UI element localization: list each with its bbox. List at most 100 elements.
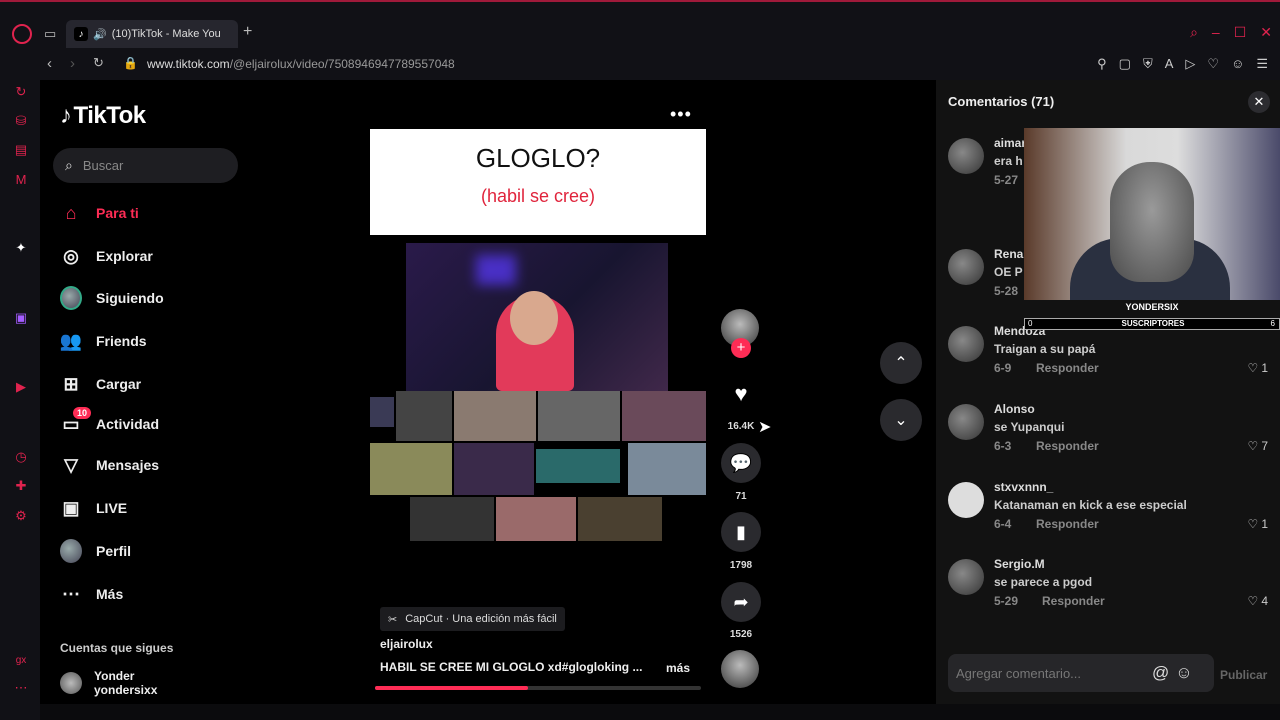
- account-icon[interactable]: ☺: [1231, 56, 1244, 72]
- avatar[interactable]: [948, 138, 984, 174]
- video-username[interactable]: eljairolux: [380, 637, 433, 651]
- follow-plus-icon[interactable]: +: [731, 338, 751, 358]
- sidebar-item-perfil[interactable]: Perfil: [60, 539, 131, 563]
- sidebar-item-para-ti[interactable]: ⌂ Para ti: [60, 202, 139, 224]
- speaker-icon[interactable]: 🔊: [93, 28, 107, 41]
- heart-outline-icon: ♡: [1247, 517, 1259, 531]
- avatar[interactable]: [948, 326, 984, 362]
- sidebar-item-friends[interactable]: 👥 Friends: [60, 330, 147, 352]
- comment-like[interactable]: ♡ 1: [1248, 361, 1268, 375]
- avatar[interactable]: [948, 482, 984, 518]
- chevron-up-icon: ⌃: [894, 355, 908, 372]
- reload-icon[interactable]: ↻: [93, 55, 104, 71]
- new-tab-icon[interactable]: +: [243, 23, 252, 41]
- sidebar-item-explorar[interactable]: ◎ Explorar: [60, 245, 153, 267]
- play-icon[interactable]: ▷: [1185, 56, 1195, 72]
- sidebar-item-mas[interactable]: ⋯ Más: [60, 583, 123, 605]
- sidebar-gx-icon[interactable]: gx: [13, 655, 29, 671]
- share-button[interactable]: ➦: [721, 582, 761, 622]
- following-title: Cuentas que sigues: [60, 641, 174, 655]
- search-box[interactable]: ⌕: [53, 148, 238, 183]
- snapshot-icon[interactable]: ▢: [1119, 56, 1131, 72]
- forward-icon[interactable]: ›: [70, 55, 75, 72]
- tab-island-icon[interactable]: ▭: [44, 26, 62, 42]
- sidebar-settings-icon[interactable]: ⚙: [13, 508, 29, 524]
- comment-like[interactable]: ♡ 7: [1248, 439, 1268, 453]
- sidebar-item-siguiendo[interactable]: Siguiendo: [60, 286, 164, 310]
- previous-video-button[interactable]: ⌃: [880, 342, 922, 384]
- live-icon: ▣: [62, 497, 80, 518]
- sidebar-mail-icon[interactable]: M: [13, 172, 29, 188]
- lock-icon[interactable]: 🔒: [123, 56, 138, 70]
- pin-icon[interactable]: ⚲: [1097, 56, 1107, 72]
- sidebar-item-actividad[interactable]: ▭ 10 Actividad: [60, 407, 159, 435]
- address-bar[interactable]: www.tiktok.com/@eljairolux/video/7508946…: [147, 57, 455, 71]
- comments-title: Comentarios (71): [948, 94, 1055, 109]
- tiktok-page: ♪TikTok ⌕ ⌂Para ti ◎Explorar Siguiendo 👥…: [40, 80, 936, 704]
- browser-top-bar: ▭ ♪ 🔊 (10)TikTok - Make You + ⌕ – ☐ ✕ ‹ …: [0, 0, 1280, 80]
- avatar[interactable]: [948, 249, 984, 285]
- like-button[interactable]: ♥: [721, 374, 761, 414]
- emoji-icon[interactable]: ☺: [1175, 663, 1192, 683]
- video-progress-bar[interactable]: [375, 686, 701, 690]
- sidebar-refresh-icon[interactable]: ↻: [13, 84, 29, 100]
- opera-logo-icon[interactable]: [12, 24, 32, 44]
- search-input[interactable]: [82, 158, 213, 173]
- comment-input[interactable]: [956, 665, 1146, 681]
- comment-count: 71: [735, 491, 747, 502]
- sidebar-aria-icon[interactable]: ✦: [13, 240, 29, 256]
- translate-icon[interactable]: A: [1165, 56, 1174, 72]
- maximize-icon[interactable]: ☐: [1234, 24, 1247, 41]
- sidebar-history-icon[interactable]: ◷: [13, 449, 29, 465]
- comment-button[interactable]: 💬: [721, 443, 761, 483]
- following-account[interactable]: Yonder yondersixx: [60, 669, 157, 697]
- mention-icon[interactable]: @: [1152, 663, 1169, 683]
- sidebar-item-mensajes[interactable]: ▽ Mensajes: [60, 454, 159, 476]
- sidebar-item-live[interactable]: ▣ LIVE: [60, 497, 127, 519]
- subscriber-goal-bar: 0 SUSCRIPTORES 6: [1024, 318, 1280, 330]
- sidebar-bag-icon[interactable]: ⛁: [13, 113, 29, 129]
- reply-button[interactable]: Responder: [1036, 517, 1099, 531]
- bookmark-icon: ▮: [736, 521, 746, 542]
- sidebar-twitch-icon[interactable]: ▣: [13, 310, 29, 326]
- sidebar-wallet-icon[interactable]: ▤: [13, 142, 29, 158]
- search-tabs-icon[interactable]: ⌕: [1190, 24, 1198, 41]
- progress-fill: [375, 686, 529, 690]
- video-more-icon[interactable]: •••: [670, 104, 692, 125]
- reply-button[interactable]: Responder: [1036, 361, 1099, 375]
- comment-like[interactable]: ♡ 4: [1248, 594, 1268, 608]
- avatar[interactable]: [948, 559, 984, 595]
- video-webcam-frame: [406, 243, 668, 391]
- video-description: HABIL SE CREE MI GLOGLO xd#glogloking ..…: [380, 660, 643, 674]
- minimize-icon[interactable]: –: [1212, 24, 1220, 41]
- reply-button[interactable]: Responder: [1036, 439, 1099, 453]
- chevron-down-icon: ⌄: [894, 412, 908, 429]
- music-disc-avatar[interactable]: [721, 650, 759, 688]
- sidebar-more-icon[interactable]: ⋯: [13, 680, 29, 696]
- heart-bookmark-icon[interactable]: ♡: [1207, 56, 1219, 72]
- compass-icon: ◎: [63, 245, 79, 266]
- sidebar-item-cargar[interactable]: ⊞ Cargar: [60, 373, 141, 395]
- capcut-icon: ✂: [388, 613, 398, 626]
- save-button[interactable]: ▮: [721, 512, 761, 552]
- menu-icon[interactable]: ☰: [1256, 56, 1268, 72]
- close-window-icon[interactable]: ✕: [1260, 24, 1272, 41]
- avatar[interactable]: [948, 404, 984, 440]
- back-icon[interactable]: ‹: [47, 55, 52, 72]
- sidebar-extensions-icon[interactable]: ✚: [13, 478, 29, 494]
- shield-icon[interactable]: ⛨: [1143, 56, 1153, 72]
- publish-button[interactable]: Publicar: [1220, 668, 1267, 682]
- sidebar-player-icon[interactable]: ▶: [13, 379, 29, 395]
- friends-icon: 👥: [59, 330, 83, 351]
- next-video-button[interactable]: ⌄: [880, 399, 922, 441]
- browser-tab[interactable]: ♪ 🔊 (10)TikTok - Make You: [66, 20, 238, 48]
- reply-button[interactable]: Responder: [1042, 594, 1105, 608]
- close-comments-button[interactable]: ✕: [1248, 91, 1270, 113]
- tiktok-favicon-icon: ♪: [74, 27, 88, 41]
- tiktok-logo[interactable]: ♪TikTok: [60, 102, 146, 130]
- search-icon: ⌕: [65, 157, 73, 173]
- more-link[interactable]: más: [666, 661, 690, 675]
- capcut-tag[interactable]: ✂ CapCut · Una edición más fácil: [380, 607, 565, 631]
- comment-like[interactable]: ♡ 1: [1248, 517, 1268, 531]
- video-player[interactable]: GLOGLO? (habil se cree): [370, 129, 706, 689]
